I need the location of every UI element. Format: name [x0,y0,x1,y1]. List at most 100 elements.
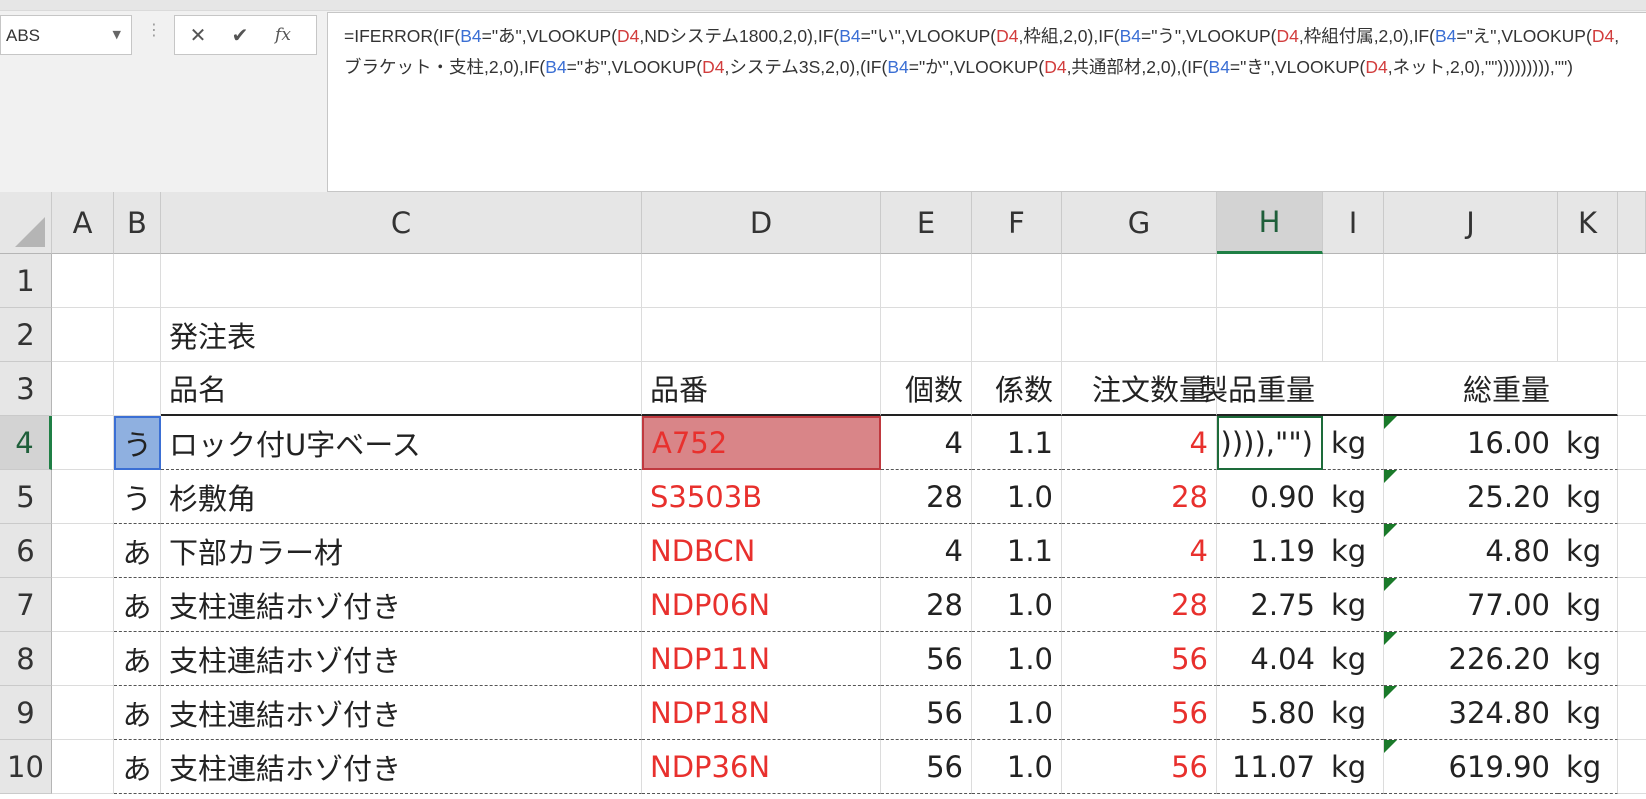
cell-i1[interactable] [1323,254,1384,308]
cell-c3[interactable]: 品名 [161,362,642,416]
column-header-h[interactable]: H [1217,192,1323,254]
cancel-icon[interactable]: ✕ [183,20,213,50]
column-header-k[interactable]: K [1558,192,1618,254]
chevron-down-icon[interactable]: ▼ [113,28,121,41]
cell-c8[interactable]: 支柱連結ホゾ付き [161,632,642,686]
cell-g5[interactable]: 28 [1062,470,1217,524]
cell-a5[interactable] [52,470,114,524]
formula-input[interactable]: =IFERROR(IF(B4="あ",VLOOKUP(D4,NDシステム1800… [327,12,1646,192]
cell-h8[interactable]: 4.04 [1217,632,1323,686]
cell-e9[interactable]: 56 [881,686,972,740]
cell-g2[interactable] [1062,308,1217,362]
cell-d2[interactable] [642,308,881,362]
row-header-7[interactable]: 7 [0,578,52,632]
cell-a4[interactable] [52,416,114,470]
cell-j4[interactable]: 16.00 [1384,416,1558,470]
cell-d8[interactable]: NDP11N [642,632,881,686]
cell-a10[interactable] [52,740,114,794]
name-box[interactable]: ABS ▼ [0,15,132,55]
cell-j2[interactable] [1384,308,1558,362]
cell-b7[interactable]: あ [114,578,161,632]
cell-a3[interactable] [52,362,114,416]
column-header-j[interactable]: J [1384,192,1558,254]
column-header-e[interactable]: E [881,192,972,254]
cell-a1[interactable] [52,254,114,308]
cell-g9[interactable]: 56 [1062,686,1217,740]
cell-k2[interactable] [1558,308,1618,362]
column-header-a[interactable]: A [52,192,114,254]
row-header-5[interactable]: 5 [0,470,52,524]
column-header-i[interactable]: I [1323,192,1384,254]
cell-f4[interactable]: 1.1 [972,416,1062,470]
cell-j6[interactable]: 4.80 [1384,524,1558,578]
cell-i8[interactable]: kg [1323,632,1384,686]
cell-c9[interactable]: 支柱連結ホゾ付き [161,686,642,740]
row-header-8[interactable]: 8 [0,632,52,686]
cell-h2[interactable] [1217,308,1323,362]
cell-d7[interactable]: NDP06N [642,578,881,632]
cell-k4[interactable]: kg [1558,416,1618,470]
cell-g8[interactable]: 56 [1062,632,1217,686]
cell-f7[interactable]: 1.0 [972,578,1062,632]
cell-i5[interactable]: kg [1323,470,1384,524]
cell-c6[interactable]: 下部カラー材 [161,524,642,578]
cell-g7[interactable]: 28 [1062,578,1217,632]
cell-h7[interactable]: 2.75 [1217,578,1323,632]
column-header-b[interactable]: B [114,192,161,254]
cell-k6[interactable]: kg [1558,524,1618,578]
cell-i9[interactable]: kg [1323,686,1384,740]
cell-i4[interactable]: kg [1323,416,1384,470]
cell-e1[interactable] [881,254,972,308]
cell-c2[interactable]: 発注表 [161,308,642,362]
cell-c7[interactable]: 支柱連結ホゾ付き [161,578,642,632]
cell-e10[interactable]: 56 [881,740,972,794]
cell-j5[interactable]: 25.20 [1384,470,1558,524]
cell-j1[interactable] [1384,254,1558,308]
cell-k7[interactable]: kg [1558,578,1618,632]
cell-b4[interactable]: う [114,416,161,470]
row-header-1[interactable]: 1 [0,254,52,308]
insert-function-icon[interactable]: fx [268,20,298,50]
cell-h10[interactable]: 11.07 [1217,740,1323,794]
cell-a6[interactable] [52,524,114,578]
cell-k5[interactable]: kg [1558,470,1618,524]
cell-e6[interactable]: 4 [881,524,972,578]
cell-e4[interactable]: 4 [881,416,972,470]
cell-d6[interactable]: NDBCN [642,524,881,578]
column-header-g[interactable]: G [1062,192,1217,254]
cell-e3[interactable]: 個数 [881,362,972,416]
cell-f10[interactable]: 1.0 [972,740,1062,794]
row-header-6[interactable]: 6 [0,524,52,578]
cell-j8[interactable]: 226.20 [1384,632,1558,686]
cell-j10[interactable]: 619.90 [1384,740,1558,794]
cell-a7[interactable] [52,578,114,632]
cell-b6[interactable]: あ [114,524,161,578]
cell-b1[interactable] [114,254,161,308]
cell-f6[interactable]: 1.1 [972,524,1062,578]
cell-k3[interactable] [1558,362,1618,416]
cell-g4[interactable]: 4 [1062,416,1217,470]
cell-h1[interactable] [1217,254,1323,308]
cell-h9[interactable]: 5.80 [1217,686,1323,740]
cell-a9[interactable] [52,686,114,740]
row-header-9[interactable]: 9 [0,686,52,740]
cell-d9[interactable]: NDP18N [642,686,881,740]
cell-i2[interactable] [1323,308,1384,362]
cell-b2[interactable] [114,308,161,362]
cell-i7[interactable]: kg [1323,578,1384,632]
row-header-4[interactable]: 4 [0,416,52,470]
cell-g10[interactable]: 56 [1062,740,1217,794]
cell-c5[interactable]: 杉敷角 [161,470,642,524]
cell-e7[interactable]: 28 [881,578,972,632]
cell-b9[interactable]: あ [114,686,161,740]
cell-d1[interactable] [642,254,881,308]
cell-g1[interactable] [1062,254,1217,308]
cell-e5[interactable]: 28 [881,470,972,524]
cell-c1[interactable] [161,254,642,308]
cell-a8[interactable] [52,632,114,686]
cell-f1[interactable] [972,254,1062,308]
cell-k10[interactable]: kg [1558,740,1618,794]
cell-i3[interactable] [1323,362,1384,416]
cell-d5[interactable]: S3503B [642,470,881,524]
cell-i10[interactable]: kg [1323,740,1384,794]
